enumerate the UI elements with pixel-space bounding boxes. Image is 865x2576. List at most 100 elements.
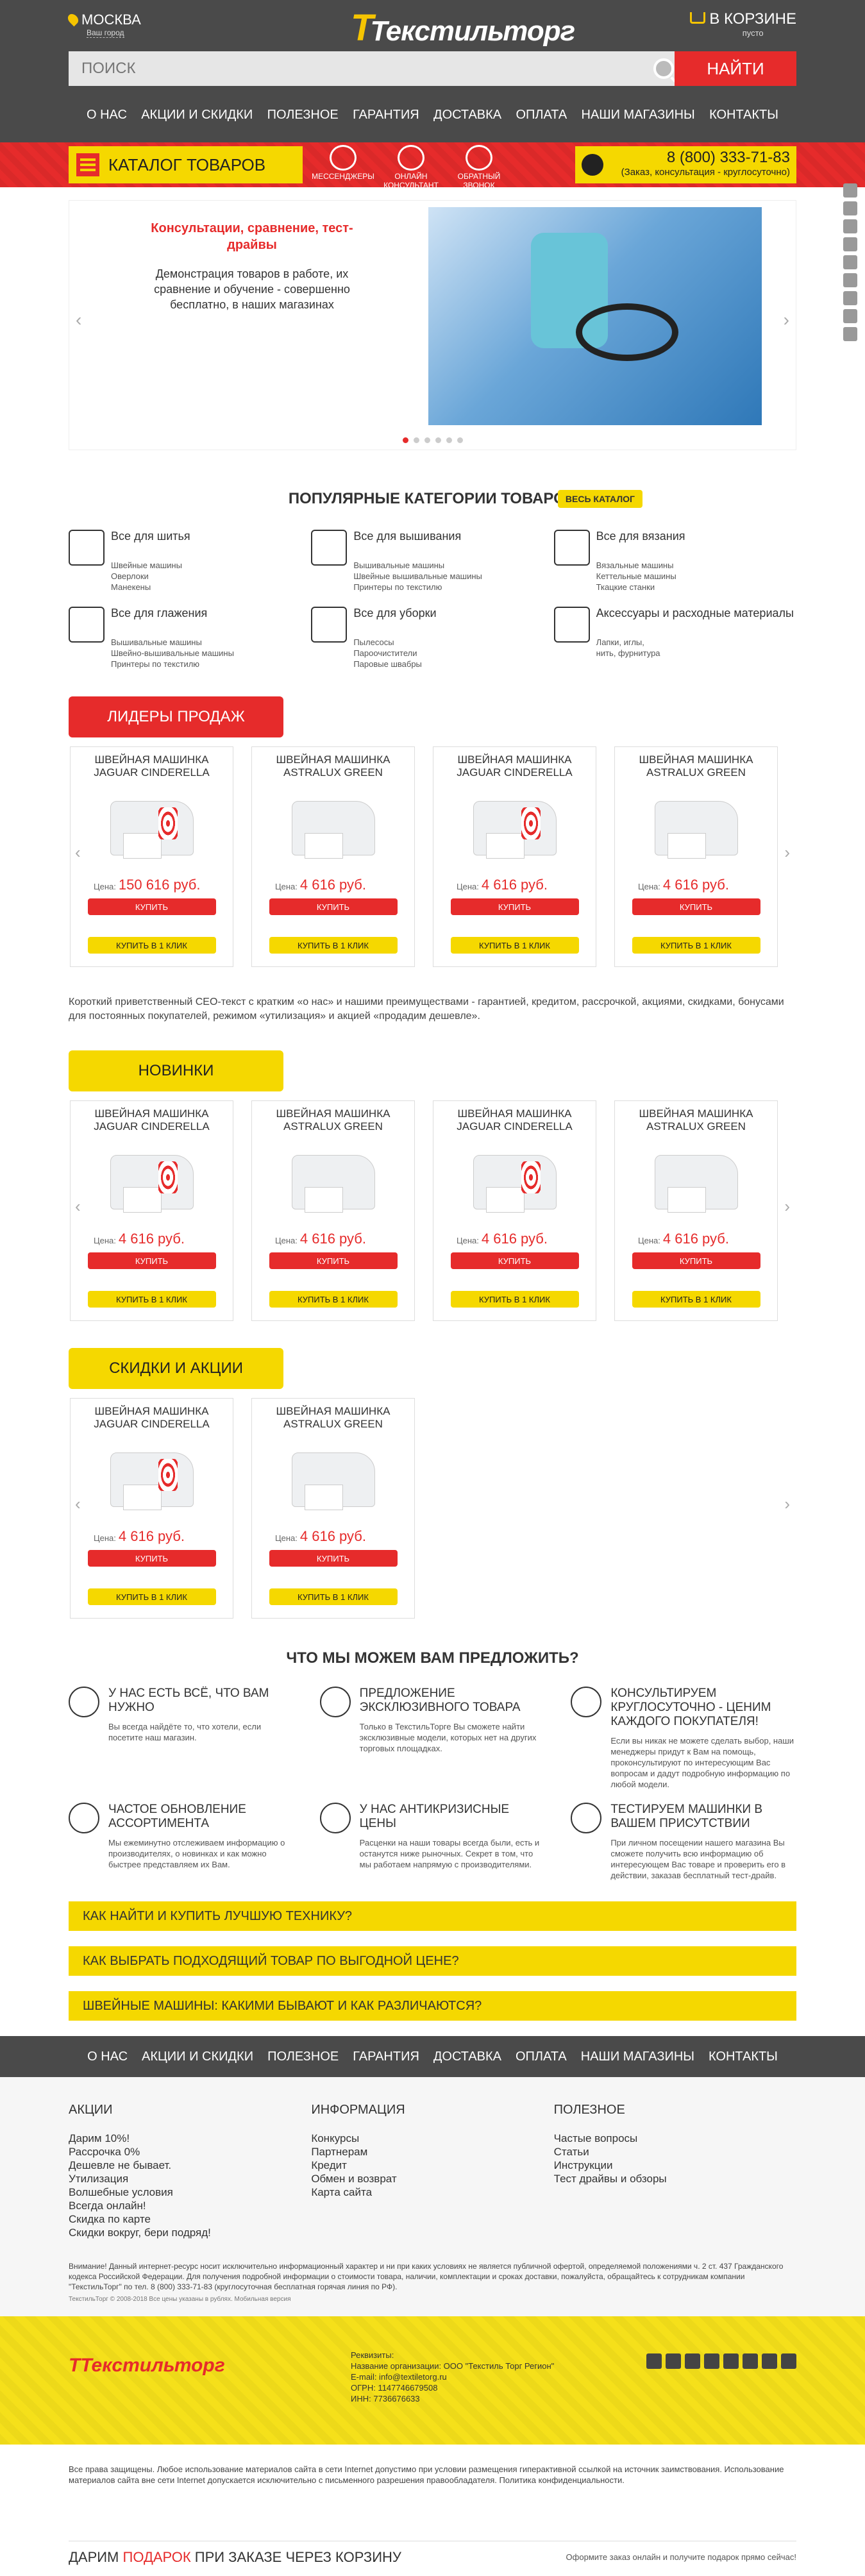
logo[interactable]: ТТекстильторг [351,6,575,49]
slider-dot[interactable] [403,437,408,443]
instagram-icon[interactable] [646,2353,662,2369]
sewing-machine-image[interactable] [285,1440,382,1523]
one-click-buy-button[interactable]: КУПИТЬ В 1 КЛИК [450,1291,579,1308]
category-link[interactable]: Пылесосы [353,637,436,648]
product-name[interactable]: ШВЕЙНАЯ МАШИНКА JAGUAR CINDERELLA [77,1405,226,1432]
product-name[interactable]: ШВЕЙНАЯ МАШИНКА ASTRALUX GREEN [258,1107,408,1134]
product-name[interactable]: ШВЕЙНАЯ МАШИНКА JAGUAR CINDERELLA [440,1107,589,1134]
product-card[interactable]: ШВЕЙНАЯ МАШИНКА JAGUAR CINDERELLA Цена: 4 … [70,1398,233,1619]
buy-button[interactable]: КУПИТЬ [269,898,398,915]
product-card[interactable]: ШВЕЙНАЯ МАШИНКА JAGUAR CINDERELLA Цена: 15… [70,746,233,967]
one-click-buy-button[interactable]: КУПИТЬ В 1 КЛИК [269,1588,398,1605]
footer-nav-contacts[interactable]: КОНТАКТЫ [709,2050,778,2064]
footer-nav-guarantee[interactable]: ГАРАНТИЯ [353,2050,419,2064]
callback-link[interactable]: ОБРАТНЫЙ ЗВОНОК [445,142,513,190]
category-link[interactable]: Вышивальные машины [353,560,482,571]
product-name[interactable]: ШВЕЙНАЯ МАШИНКА ASTRALUX GREEN [258,1405,408,1432]
odnoklassniki-icon[interactable] [843,255,857,269]
facebook-icon[interactable] [843,201,857,215]
category-link[interactable]: Манекены [111,582,190,593]
category-link[interactable]: Паровые швабры [353,659,436,669]
slider-dot[interactable] [457,437,463,443]
sewing-machine-image[interactable] [104,1142,200,1225]
footer-nav-useful[interactable]: ПОЛЕЗНОЕ [267,2050,339,2064]
sewing-machine-image[interactable] [285,788,382,871]
one-click-buy-button[interactable]: КУПИТЬ В 1 КЛИК [632,937,760,954]
product-name[interactable]: ШВЕЙНАЯ МАШИНКА JAGUAR CINDERELLA [440,753,589,780]
search-input[interactable] [69,51,681,86]
mail-icon[interactable] [843,309,857,323]
category-link[interactable]: Швейно-вышивальные машины [111,648,234,659]
youtube-icon[interactable] [743,2353,758,2369]
buy-button[interactable]: КУПИТЬ [87,1550,216,1567]
footer-link[interactable]: Волшебные условия [69,2185,311,2199]
category-sewing[interactable]: Все для шитья Швейные машины Оверлоки Манек… [69,530,311,593]
category-link[interactable]: Оверлоки [111,571,190,582]
nav-guarantee[interactable]: ГАРАНТИЯ [353,108,419,122]
facebook-icon[interactable] [666,2353,681,2369]
telegram-icon[interactable] [843,291,857,305]
gift-banner[interactable]: ДАРИМ ПОДАРОК ПРИ ЗАКАЗЕ ЧЕРЕЗ КОРЗИНУ О… [69,2541,796,2573]
category-title[interactable]: Аксессуары и расходные материалы [596,607,794,620]
product-card[interactable]: ШВЕЙНАЯ МАШИНКА ASTRALUX GREEN Цена: 4 616… [614,746,778,967]
footer-link[interactable]: Скидки вокруг, бери подряд! [69,2226,311,2239]
city-selector[interactable]: МОСКВА Ваш город [65,12,141,38]
slider-dot[interactable] [435,437,441,443]
twitter-icon[interactable] [843,237,857,251]
footer-link[interactable]: Тест драйвы и обзоры [554,2172,796,2185]
sewing-machine-image[interactable] [104,1440,200,1523]
product-card[interactable]: ШВЕЙНАЯ МАШИНКА JAGUAR CINDERELLA Цена: 4 … [433,1100,596,1321]
category-link[interactable]: Швейные машины [111,560,190,571]
slider-dot[interactable] [414,437,419,443]
product-card[interactable]: ШВЕЙНАЯ МАШИНКА ASTRALUX GREEN Цена: 4 616… [251,1100,415,1321]
carousel-next-button[interactable]: › [784,843,790,863]
messengers-link[interactable]: МЕССЕНДЖЕРЫ [309,142,377,187]
one-click-buy-button[interactable]: КУПИТЬ В 1 КЛИК [87,937,216,954]
footer-link[interactable]: Карта сайта [311,2185,553,2199]
footer-link[interactable]: Статьи [554,2145,796,2159]
product-card[interactable]: ШВЕЙНАЯ МАШИНКА ASTRALUX GREEN Цена: 4 616… [251,1398,415,1619]
faq-item[interactable]: ШВЕЙНЫЕ МАШИНЫ: КАКИМИ БЫВАЮТ И КАК РАЗЛ… [69,1991,796,2021]
buy-button[interactable]: КУПИТЬ [87,898,216,915]
carousel-prev-button[interactable]: ‹ [75,1197,81,1216]
buy-button[interactable]: КУПИТЬ [632,898,760,915]
category-title[interactable]: Все для шитья [111,530,190,543]
skype-icon[interactable] [843,327,857,341]
buy-button[interactable]: КУПИТЬ [450,898,579,915]
sewing-machine-image[interactable] [648,788,744,871]
category-link[interactable]: Лапки, иглы, [596,637,794,648]
carousel-prev-button[interactable]: ‹ [75,843,81,863]
footer-link[interactable]: Партнерам [311,2145,553,2159]
product-card[interactable]: ШВЕЙНАЯ МАШИНКА JAGUAR CINDERELLA Цена: 4 … [70,1100,233,1321]
city-sub[interactable]: Ваш город [87,28,124,38]
category-link[interactable]: нить, фурнитура [596,648,794,659]
vk-icon[interactable] [843,219,857,233]
sewing-machine-image[interactable] [467,788,563,871]
twitter-icon[interactable] [704,2353,719,2369]
search-button[interactable]: НАЙТИ [675,51,796,86]
youtube-icon[interactable] [843,273,857,287]
product-name[interactable]: ШВЕЙНАЯ МАШИНКА ASTRALUX GREEN [621,1107,771,1134]
buy-button[interactable]: КУПИТЬ [632,1252,760,1269]
footer-link[interactable]: Скидка по карте [69,2212,311,2226]
city-name[interactable]: МОСКВА [81,12,141,28]
buy-button[interactable]: КУПИТЬ [87,1252,216,1269]
product-card[interactable]: ШВЕЙНАЯ МАШИНКА ASTRALUX GREEN Цена: 4 616… [251,746,415,967]
nav-promos[interactable]: АКЦИИ И СКИДКИ [141,108,253,122]
product-name[interactable]: ШВЕЙНАЯ МАШИНКА ASTRALUX GREEN [258,753,408,780]
footer-nav-delivery[interactable]: ДОСТАВКА [433,2050,501,2064]
sewing-machine-image[interactable] [467,1142,563,1225]
one-click-buy-button[interactable]: КУПИТЬ В 1 КЛИК [87,1291,216,1308]
footer-nav-about[interactable]: О НАС [87,2050,128,2064]
odnoklassniki-icon[interactable] [723,2353,739,2369]
buy-button[interactable]: КУПИТЬ [269,1550,398,1567]
faq-item[interactable]: КАК НАЙТИ И КУПИТЬ ЛУЧШУЮ ТЕХНИКУ? [69,1901,796,1931]
cart[interactable]: В КОРЗИНЕ пусто [690,10,796,38]
nav-useful[interactable]: ПОЛЕЗНОЕ [267,108,339,122]
footer-nav-stores[interactable]: НАШИ МАГАЗИНЫ [581,2050,694,2064]
footer-link[interactable]: Всегда онлайн! [69,2199,311,2212]
footer-link[interactable]: Кредит [311,2159,553,2172]
vk-icon[interactable] [685,2353,700,2369]
carousel-prev-button[interactable]: ‹ [75,1494,81,1514]
slider-dot[interactable] [446,437,452,443]
